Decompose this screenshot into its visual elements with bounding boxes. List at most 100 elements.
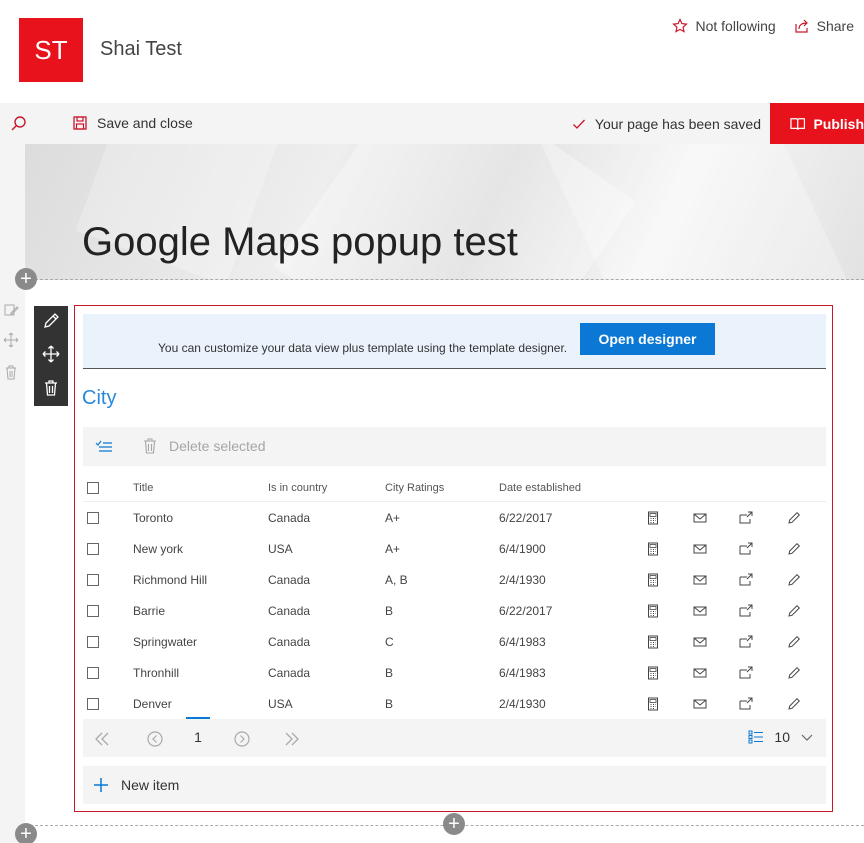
open-icon[interactable] xyxy=(739,573,753,587)
mail-icon[interactable] xyxy=(693,511,707,525)
save-and-close-button[interactable]: Save and close xyxy=(72,115,193,131)
mail-icon[interactable] xyxy=(693,542,707,556)
pencil-icon[interactable] xyxy=(787,635,801,649)
new-item-button[interactable]: New item xyxy=(83,766,826,804)
column-header-date[interactable]: Date established xyxy=(499,482,581,494)
cell-title[interactable]: New york xyxy=(133,542,183,556)
edit-icon[interactable] xyxy=(42,312,60,330)
delete-selected-label: Delete selected xyxy=(169,438,266,454)
table-row[interactable]: Thronhill Canada B 6/4/1983 xyxy=(83,657,826,688)
multi-select-icon[interactable] xyxy=(95,439,113,455)
plus-icon: + xyxy=(20,268,32,290)
site-title[interactable]: Shai Test xyxy=(100,38,182,61)
row-checkbox[interactable] xyxy=(87,542,99,555)
follow-label: Not following xyxy=(695,18,776,34)
mail-icon[interactable] xyxy=(693,573,707,587)
add-section-button[interactable]: + xyxy=(15,268,37,290)
table-row[interactable]: Barrie Canada B 6/22/2017 xyxy=(83,595,826,626)
calculator-icon[interactable] xyxy=(646,511,660,525)
mail-icon[interactable] xyxy=(693,666,707,680)
share-icon xyxy=(795,19,808,33)
current-page[interactable]: 1 xyxy=(186,717,210,755)
share-button[interactable]: Share xyxy=(794,18,854,34)
open-designer-button[interactable]: Open designer xyxy=(580,323,715,355)
add-webpart-button[interactable]: + xyxy=(443,813,465,835)
cell-title[interactable]: Denver xyxy=(133,697,172,711)
add-section-button[interactable]: + xyxy=(15,823,37,843)
open-icon[interactable] xyxy=(739,635,753,649)
open-icon[interactable] xyxy=(739,511,753,525)
calculator-icon[interactable] xyxy=(646,573,660,587)
mail-icon[interactable] xyxy=(693,635,707,649)
chevron-double-right-icon[interactable] xyxy=(283,730,301,748)
row-checkbox[interactable] xyxy=(87,573,99,586)
pencil-icon[interactable] xyxy=(787,604,801,618)
cell-title[interactable]: Toronto xyxy=(133,511,173,525)
cell-rating: A+ xyxy=(385,541,401,556)
mail-icon[interactable] xyxy=(693,604,707,618)
list-title[interactable]: City xyxy=(82,387,116,410)
open-icon[interactable] xyxy=(739,604,753,618)
pencil-icon[interactable] xyxy=(787,573,801,587)
site-logo[interactable]: ST xyxy=(19,18,83,82)
cell-title[interactable]: Richmond Hill xyxy=(133,573,207,587)
designer-text: You can customize your data view plus te… xyxy=(158,341,568,355)
row-checkbox[interactable] xyxy=(87,666,99,679)
pencil-icon[interactable] xyxy=(787,697,801,711)
table-row[interactable]: Denver USA B 2/4/1930 xyxy=(83,688,826,719)
cell-title[interactable]: Thronhill xyxy=(133,666,179,680)
column-header-rating[interactable]: City Ratings xyxy=(385,482,444,494)
row-checkbox[interactable] xyxy=(87,604,99,617)
table-row[interactable]: Richmond Hill Canada A, B 2/4/1930 xyxy=(83,564,826,595)
grid-rows: Toronto Canada A+ 6/22/2017 New york USA A+ 6/4… xyxy=(83,502,826,719)
save-label: Save and close xyxy=(97,115,193,131)
new-item-label: New item xyxy=(121,777,180,793)
move-icon[interactable] xyxy=(42,345,60,363)
delete-selected-button[interactable]: Delete selected xyxy=(143,438,266,454)
open-icon[interactable] xyxy=(739,542,753,556)
column-header-title[interactable]: Title xyxy=(133,482,153,494)
chevron-right-circle-icon[interactable] xyxy=(233,730,251,748)
cell-title[interactable]: Barrie xyxy=(133,604,165,618)
row-checkbox[interactable] xyxy=(87,635,99,648)
cell-country: Canada xyxy=(268,603,311,618)
page-title[interactable]: Google Maps popup test xyxy=(82,220,518,265)
list-grid: Title Is in country City Ratings Date es… xyxy=(83,474,826,719)
calculator-icon[interactable] xyxy=(646,697,660,711)
chevron-double-left-icon[interactable] xyxy=(93,730,111,748)
column-header-country[interactable]: Is in country xyxy=(268,482,327,494)
site-header: ST Shai Test Not following Share xyxy=(0,0,864,103)
open-icon[interactable] xyxy=(739,697,753,711)
save-icon xyxy=(73,116,87,130)
page-size-selector[interactable]: 10 xyxy=(748,729,814,745)
calculator-icon[interactable] xyxy=(646,635,660,649)
pencil-icon[interactable] xyxy=(787,542,801,556)
pencil-icon[interactable] xyxy=(787,666,801,680)
follow-button[interactable]: Not following xyxy=(672,18,776,34)
mail-icon[interactable] xyxy=(693,697,707,711)
search-icon[interactable] xyxy=(10,115,28,133)
move-section-icon[interactable] xyxy=(3,332,19,348)
table-row[interactable]: Springwater Canada C 6/4/1983 xyxy=(83,626,826,657)
delete-section-icon[interactable] xyxy=(3,364,19,380)
delete-icon[interactable] xyxy=(42,379,60,397)
table-row[interactable]: New york USA A+ 6/4/1900 xyxy=(83,533,826,564)
page-size-value: 10 xyxy=(774,729,790,745)
calculator-icon[interactable] xyxy=(646,542,660,556)
table-row[interactable]: Toronto Canada A+ 6/22/2017 xyxy=(83,502,826,533)
cell-rating: A+ xyxy=(385,510,401,525)
command-bar: Save and close Your page has been saved … xyxy=(0,103,864,144)
calculator-icon[interactable] xyxy=(646,604,660,618)
calculator-icon[interactable] xyxy=(646,666,660,680)
cell-title[interactable]: Springwater xyxy=(133,635,197,649)
select-all-checkbox[interactable] xyxy=(87,481,99,494)
chevron-left-circle-icon[interactable] xyxy=(146,730,164,748)
pencil-icon[interactable] xyxy=(787,511,801,525)
edit-section-icon[interactable] xyxy=(3,302,19,318)
publish-button[interactable]: Publish xyxy=(770,103,864,144)
row-checkbox[interactable] xyxy=(87,697,99,710)
row-checkbox[interactable] xyxy=(87,511,99,524)
grid-header: Title Is in country City Ratings Date es… xyxy=(83,474,826,502)
left-rail xyxy=(0,144,25,843)
open-icon[interactable] xyxy=(739,666,753,680)
